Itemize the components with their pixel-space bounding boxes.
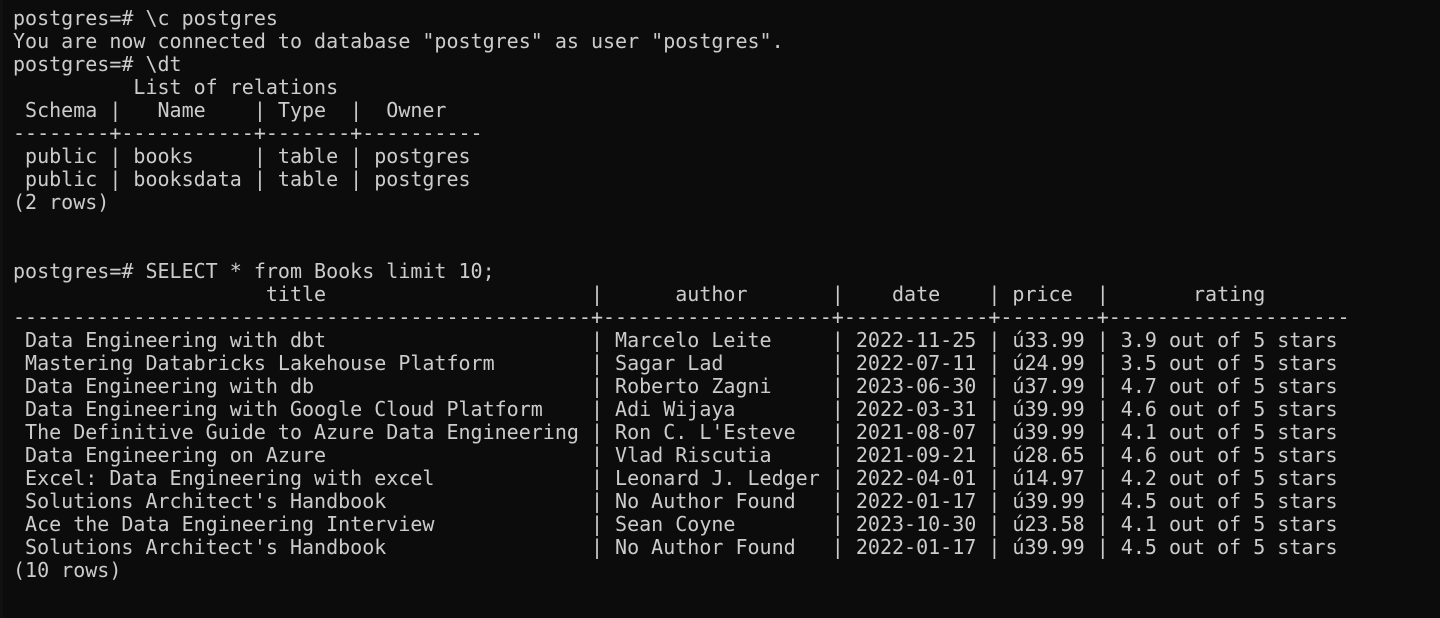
query-result-row: Solutions Architect's Handbook | No Auth…: [13, 489, 1338, 513]
terminal-window[interactable]: postgres=# \c postgres You are now conne…: [0, 0, 1440, 618]
query-result-row: The Definitive Guide to Azure Data Engin…: [13, 420, 1338, 444]
query-result-row: Data Engineering with Google Cloud Platf…: [13, 397, 1338, 421]
query-result-row: Data Engineering on Azure | Vlad Riscuti…: [13, 443, 1338, 467]
query-result-row: Mastering Databricks Lakehouse Platform …: [13, 351, 1338, 375]
command-connect: postgres=# \c postgres: [13, 6, 278, 30]
relations-separator: --------+-----------+-------+----------: [13, 121, 483, 145]
window-edge: [0, 0, 3, 618]
query-result-row: Ace the Data Engineering Interview | Sea…: [13, 512, 1338, 536]
query-result-separator: ----------------------------------------…: [13, 305, 1350, 329]
query-result-row: Solutions Architect's Handbook | No Auth…: [13, 535, 1338, 559]
connection-message: You are now connected to database "postg…: [13, 29, 784, 53]
relations-header: Schema | Name | Type | Owner: [13, 98, 447, 122]
command-select: postgres=# SELECT * from Books limit 10;: [13, 259, 495, 283]
relations-row: public | booksdata | table | postgres: [13, 167, 471, 191]
command-list-tables: postgres=# \dt: [13, 52, 182, 76]
query-row-count: (10 rows): [13, 558, 122, 582]
query-result-row: Excel: Data Engineering with excel | Leo…: [13, 466, 1338, 490]
query-result-header: title | author | date | price | rating: [13, 282, 1266, 306]
query-result-row: Data Engineering with dbt | Marcelo Leit…: [13, 328, 1338, 352]
relations-row-count: (2 rows): [13, 190, 110, 214]
query-result-row: Data Engineering with db | Roberto Zagni…: [13, 374, 1338, 398]
relations-row: public | books | table | postgres: [13, 144, 471, 168]
relations-title: List of relations: [13, 75, 339, 99]
